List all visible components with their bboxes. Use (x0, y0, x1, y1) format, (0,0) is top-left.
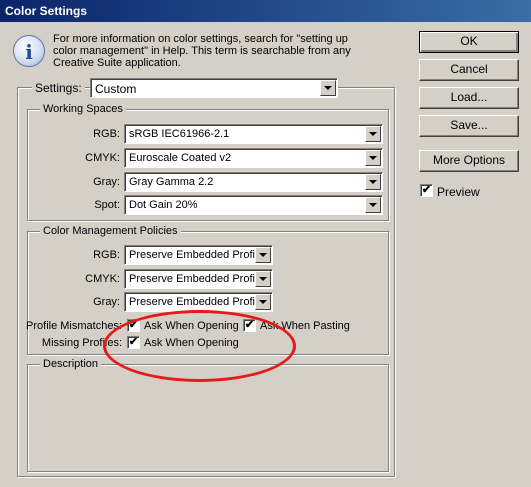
profile-mismatches-label: Profile Mismatches: (26, 320, 122, 332)
chevron-down-icon[interactable] (365, 126, 381, 142)
rgb-working-space-select[interactable]: sRGB IEC61966-2.1 (124, 124, 383, 144)
rgb-label: RGB: (93, 128, 120, 140)
gray-working-space-select[interactable]: Gray Gamma 2.2 (124, 172, 383, 192)
window-title: Color Settings (5, 4, 88, 18)
policy-gray-label: Gray: (93, 296, 120, 308)
policy-cmyk-select[interactable]: Preserve Embedded Profiles (124, 269, 273, 289)
more-options-button[interactable]: More Options (419, 150, 519, 172)
chevron-down-icon[interactable] (255, 271, 271, 287)
policy-cmyk-label: CMYK: (85, 273, 120, 285)
chevron-down-icon[interactable] (365, 150, 381, 166)
cancel-button[interactable]: Cancel (419, 59, 519, 81)
window-titlebar[interactable]: Color Settings (0, 0, 531, 22)
policy-gray-select[interactable]: Preserve Embedded Profiles (124, 292, 273, 312)
spot-working-space-select[interactable]: Dot Gain 20% (124, 195, 383, 215)
chevron-down-icon[interactable] (255, 247, 271, 263)
policies-title: Color Management Policies (40, 225, 181, 237)
chevron-down-icon[interactable] (365, 174, 381, 190)
annotation-ellipse (103, 310, 296, 382)
preview-label[interactable]: Preview (437, 185, 480, 199)
spot-label: Spot: (94, 199, 120, 211)
chevron-down-icon[interactable] (365, 197, 381, 213)
cmyk-label: CMYK: (85, 152, 120, 164)
save-button[interactable]: Save... (419, 115, 519, 137)
chevron-down-icon[interactable] (320, 80, 336, 96)
settings-value: Custom (95, 82, 137, 96)
load-button[interactable]: Load... (419, 87, 519, 109)
policy-rgb-select[interactable]: Preserve Embedded Profiles (124, 245, 273, 265)
ok-button[interactable]: OK (419, 31, 519, 53)
settings-label: Settings: (32, 81, 85, 95)
cmyk-working-space-select[interactable]: Euroscale Coated v2 (124, 148, 383, 168)
settings-select[interactable]: Custom (90, 78, 338, 98)
info-text: For more information on color settings, … (53, 33, 351, 69)
description-title: Description (40, 358, 102, 370)
policy-rgb-label: RGB: (93, 249, 120, 261)
working-spaces-title: Working Spaces (40, 103, 126, 115)
gray-label: Gray: (93, 176, 120, 188)
chevron-down-icon[interactable] (255, 294, 271, 310)
preview-checkbox[interactable]: ✔ (420, 184, 433, 197)
info-icon: i (13, 35, 45, 67)
